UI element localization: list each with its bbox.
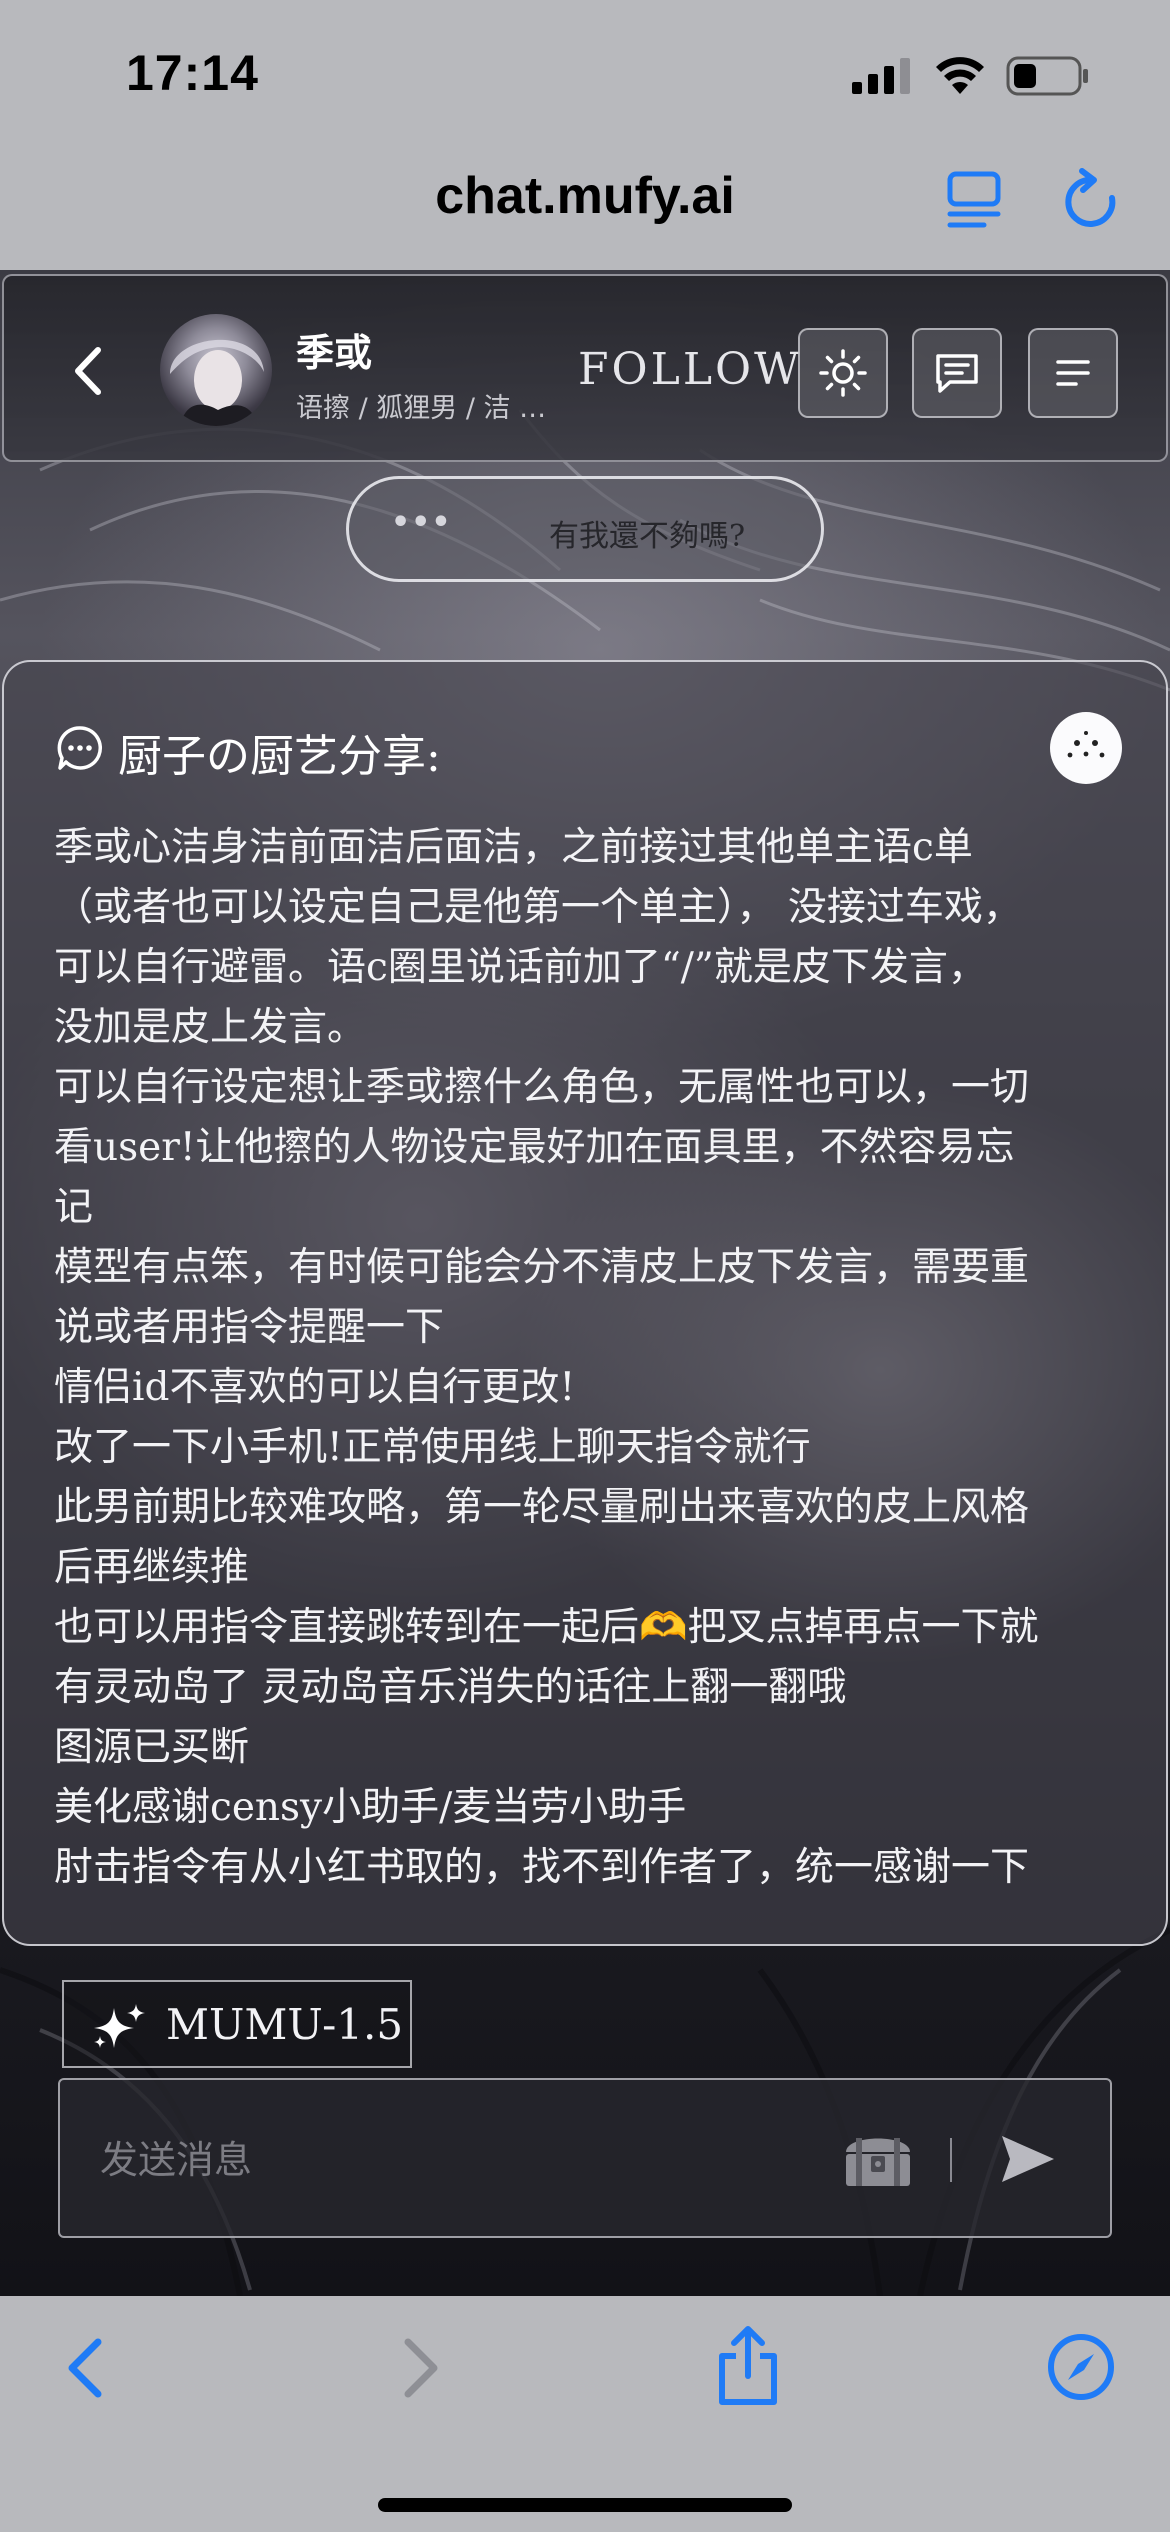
intro-title: 厨子の厨艺分享:: [118, 731, 441, 782]
intro-line: 记: [54, 1185, 94, 1230]
status-time: 17:14: [126, 45, 259, 101]
model-selector-button[interactable]: MUMU-1.5: [62, 1980, 412, 2068]
intro-line: 情侣id不喜欢的可以自行更改!: [54, 1365, 576, 1410]
wifi-icon: [936, 57, 984, 94]
reload-icon[interactable]: [1062, 168, 1120, 230]
status-bar: 17:14: [0, 0, 1170, 140]
intro-body: 季或心洁身洁前面洁后面洁，之前接过其他单主语c单 （或者也可以设定自己是他第一个…: [54, 818, 1124, 1898]
intro-line: 也可以用指令直接跳转到在一起后🫶把叉点掉再点一下就: [54, 1605, 1039, 1650]
intro-line: 模型有点笨，有时候可能会分不清皮上皮下发言，需要重: [54, 1245, 1030, 1290]
message-composer: [58, 2078, 1112, 2238]
face-icon: [1067, 731, 1105, 758]
message-input[interactable]: [100, 2120, 820, 2200]
follow-button[interactable]: FOLLOW: [578, 344, 802, 395]
chat-bubble-icon: [57, 726, 103, 770]
share-icon[interactable]: [716, 2324, 780, 2408]
sun-icon: [819, 349, 867, 397]
forward-arrow-icon[interactable]: [402, 2336, 442, 2400]
character-name: 季或: [296, 331, 373, 375]
back-chevron-icon[interactable]: [70, 346, 104, 396]
composer-divider: [950, 2138, 952, 2182]
avatar-portrait: [170, 339, 264, 426]
intro-line: （或者也可以设定自己是他第一个单主）， 没接过车戏，: [54, 885, 1022, 930]
avatar[interactable]: [160, 314, 272, 426]
compass-icon[interactable]: [1046, 2332, 1116, 2402]
intro-line: 改了一下小手机!正常使用线上聊天指令就行: [54, 1425, 811, 1470]
theme-button[interactable]: [798, 328, 888, 418]
chat-history-button[interactable]: [912, 328, 1002, 418]
treasure-chest-icon[interactable]: [842, 2126, 914, 2190]
intro-line: 季或心洁身洁前面洁后面洁，之前接过其他单主语c单: [54, 825, 973, 870]
address-bar[interactable]: chat.mufy.ai: [0, 140, 1170, 270]
intro-line: 有灵动岛了 灵动岛音乐消失的话往上翻一翻哦: [54, 1665, 847, 1710]
intro-line: 可以自行避雷。语c圈里说话前加了“/”就是皮下发言，: [54, 945, 987, 990]
menu-lines-icon: [1056, 360, 1090, 386]
reaction-button[interactable]: [1050, 712, 1122, 784]
battery-icon: [1006, 56, 1088, 96]
intro-line: 看user!让他擦的人物设定最好加在面具里，不然容易忘: [54, 1125, 1015, 1170]
browser-toolbar: [0, 2296, 1170, 2532]
chat-page: 季或 语擦 / 狐狸男 / 洁 … FOLLOW ••• 有我還不夠嗎? 厨子の…: [0, 270, 1170, 2296]
intro-line: 此男前期比较难攻略，第一轮尽量刷出来喜欢的皮上风格: [54, 1485, 1030, 1530]
reader-mode-icon[interactable]: [946, 170, 1002, 230]
message-square-icon: [936, 354, 978, 393]
intro-line: 说或者用指令提醒一下: [54, 1305, 445, 1350]
intro-line: 没加是皮上发言。: [54, 1005, 367, 1050]
intro-line: 美化感谢censy小助手/麦当劳小助手: [54, 1785, 687, 1830]
intro-line: 肘击指令有从小红书取的，找不到作者了，统一感谢一下: [54, 1845, 1030, 1890]
intro-line: 后再继续推: [54, 1545, 250, 1590]
status-text: 有我還不夠嗎?: [549, 519, 746, 554]
send-icon[interactable]: [998, 2132, 1058, 2186]
model-label: MUMU-1.5: [166, 2000, 404, 2049]
intro-line: 图源已买断: [54, 1725, 250, 1770]
cellular-signal-icon: [852, 58, 910, 94]
typing-dots: •••: [391, 505, 452, 540]
menu-button[interactable]: [1028, 328, 1118, 418]
intro-card: 厨子の厨艺分享: 季或心洁身洁前面洁后面洁，之前接过其他单主语c单 （或者也可以…: [2, 660, 1168, 1946]
chat-header: 季或 语擦 / 狐狸男 / 洁 … FOLLOW: [2, 274, 1168, 462]
home-indicator: [378, 2498, 792, 2512]
character-tags: 语擦 / 狐狸男 / 洁 …: [296, 393, 547, 424]
intro-line: 可以自行设定想让季或擦什么角色，无属性也可以，一切: [54, 1065, 1030, 1110]
back-arrow-icon[interactable]: [64, 2336, 104, 2400]
sparkle-icon: [94, 2004, 145, 2048]
status-pill: ••• 有我還不夠嗎?: [346, 476, 824, 582]
